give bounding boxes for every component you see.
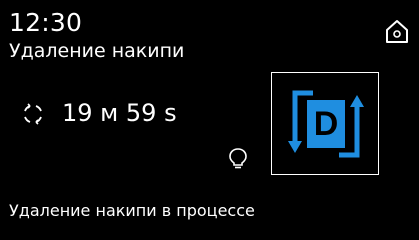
home-icon xyxy=(386,20,408,43)
descale-program-tile[interactable]: D xyxy=(271,72,379,175)
status-message: Удаление накипи в процессе xyxy=(9,201,255,220)
light-bulb-icon[interactable] xyxy=(228,147,248,171)
device-screen: 12:30 Удаление накипи 19 м 59 s D Удален… xyxy=(0,0,419,240)
descale-program-icon: D xyxy=(288,90,364,158)
cycle-icon xyxy=(21,102,45,126)
clock-time: 12:30 xyxy=(9,8,83,37)
program-title: Удаление накипи xyxy=(9,40,185,62)
home-button[interactable] xyxy=(384,18,410,44)
program-letter: D xyxy=(314,105,339,143)
remaining-time: 19 м 59 s xyxy=(62,99,177,127)
